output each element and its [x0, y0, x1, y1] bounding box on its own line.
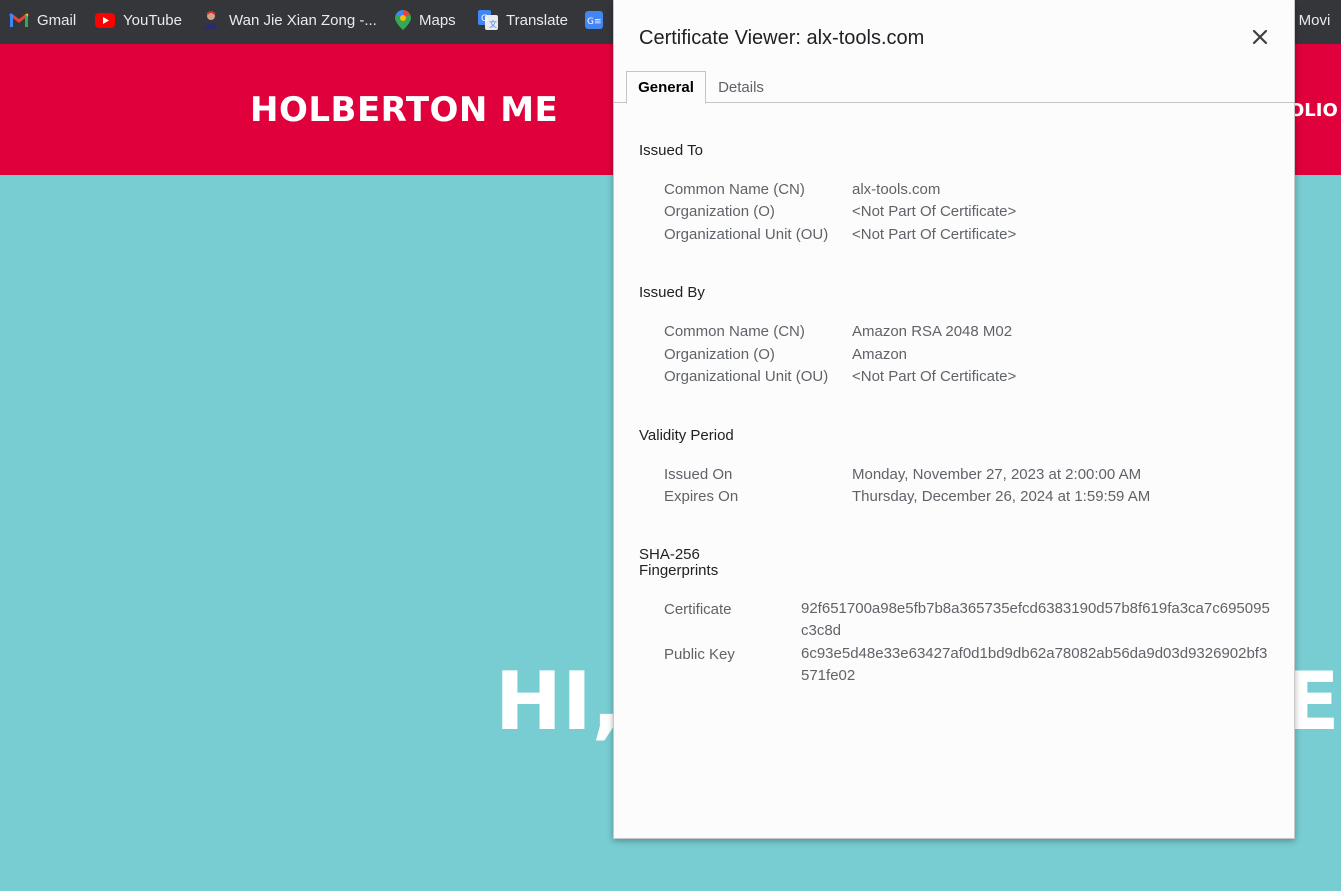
bookmark-maps[interactable]: Maps: [395, 0, 456, 40]
translate-icon: G 文: [478, 10, 498, 30]
bookmark-translate[interactable]: G 文 Translate: [478, 0, 568, 40]
field-label: Organization (O): [664, 203, 775, 220]
field-label: Certificate: [664, 601, 732, 618]
field-label: Public Key: [664, 646, 735, 663]
dialog-title: Certificate Viewer: alx-tools.com: [639, 27, 925, 49]
field-value: Monday, November 27, 2023 at 2:00:00 AM: [852, 466, 1142, 483]
bookmark-youtube[interactable]: YouTube: [95, 0, 182, 40]
section-issued-to: Issued To: [639, 142, 703, 159]
avatar-icon: [204, 11, 218, 29]
tab-details[interactable]: Details: [710, 71, 772, 103]
docs-icon: G≡: [585, 11, 603, 29]
field-value: <Not Part Of Certificate>: [852, 203, 1017, 220]
field-label: Organizational Unit (OU): [664, 226, 829, 243]
section-validity-period: Validity Period: [639, 427, 734, 444]
nav-link-portfolio[interactable]: OLIO: [1289, 100, 1338, 121]
field-value: alx-tools.com: [852, 181, 941, 198]
bookmark-gmail[interactable]: Gmail: [9, 0, 76, 40]
bookmark-label: Wan Jie Xian Zong -...: [229, 11, 377, 29]
bookmark-label: Maps: [419, 11, 456, 29]
site-title[interactable]: HOLBERTON ME: [250, 90, 558, 130]
certificate-viewer-dialog: Certificate Viewer: alx-tools.com Genera…: [613, 0, 1295, 839]
bookmark-wan-jie-xian-zong[interactable]: Wan Jie Xian Zong -...: [201, 0, 377, 40]
section-issued-by: Issued By: [639, 284, 705, 301]
bookmark-docs[interactable]: G≡: [584, 0, 612, 40]
field-label: Expires On: [664, 488, 739, 505]
field-value: <Not Part Of Certificate>: [852, 226, 1017, 243]
bookmark-label: YouTube: [123, 11, 182, 29]
close-icon: [1252, 29, 1268, 45]
field-value: <Not Part Of Certificate>: [852, 368, 1017, 385]
field-label: Organization (O): [664, 346, 775, 363]
field-label: Common Name (CN): [664, 323, 805, 340]
svg-text:G: G: [481, 14, 488, 24]
section-title-line: Fingerprints: [639, 562, 719, 579]
svg-text:文: 文: [489, 19, 497, 29]
section-title-line: SHA-256: [639, 546, 700, 563]
fingerprint-value: 92f651700a98e5fb7b8a365735efcd6383190d57…: [801, 600, 1270, 639]
fingerprint-value: 6c93e5d48e33e63427af0d1bd9db62a78082ab56…: [801, 645, 1268, 684]
field-value: Amazon RSA 2048 M02: [852, 323, 1013, 340]
close-button[interactable]: [1249, 26, 1271, 48]
section-fingerprints: SHA-256 Fingerprints: [639, 547, 718, 579]
field-label: Issued On: [664, 466, 733, 483]
youtube-icon: [95, 12, 115, 28]
field-label: Common Name (CN): [664, 181, 805, 198]
field-label: Organizational Unit (OU): [664, 368, 829, 385]
hero-heading: HI,: [495, 655, 623, 748]
bookmark-label: Gmail: [37, 11, 77, 29]
bookmark-label: Translate: [506, 11, 568, 29]
maps-pin-icon: [395, 10, 411, 30]
gmail-icon: [9, 12, 29, 27]
field-value: Amazon: [852, 346, 908, 363]
tab-general[interactable]: General: [626, 71, 706, 104]
field-value: Thursday, December 26, 2024 at 1:59:59 A…: [852, 488, 1151, 505]
svg-text:G≡: G≡: [587, 17, 602, 27]
tab-bar: General Details: [614, 71, 1295, 104]
